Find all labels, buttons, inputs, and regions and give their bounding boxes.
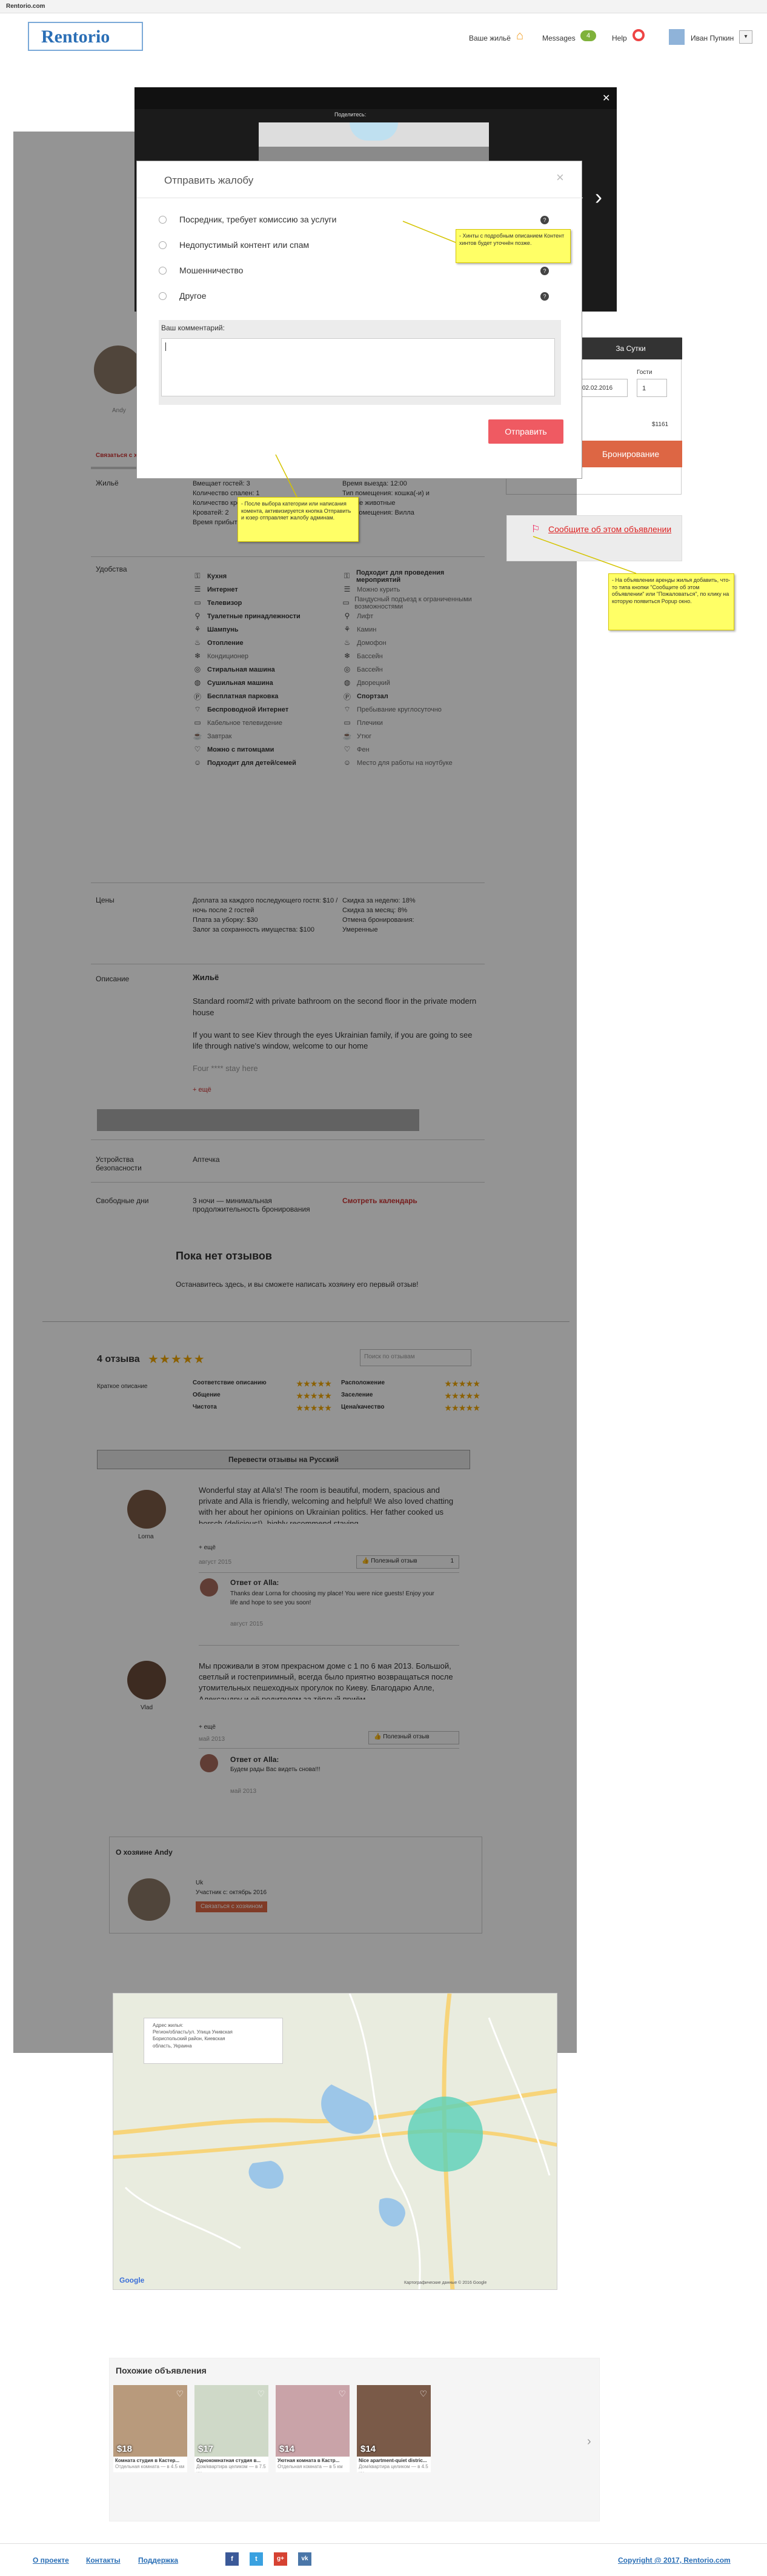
footer-copyright: Copyright @ 2017, Rentorio.com <box>618 2556 731 2564</box>
footer-contacts[interactable]: Контакты <box>86 2556 121 2564</box>
similar-card[interactable]: ♡ $14 Nice apartment-quiet distric... Дом/к… <box>357 2385 431 2472</box>
listing-subtitle: Дом/квартира целиком — в 4.5 км <box>359 2464 428 2472</box>
book-button[interactable]: Бронирование <box>579 441 682 467</box>
listing-title: Комната студия в Кастер... <box>115 2458 180 2463</box>
map-card-line2: Регион/область/ул. Улица Унивская <box>153 2029 233 2035</box>
listing-title: Уютная комната в Кастр... <box>277 2458 340 2463</box>
heart-icon[interactable]: ♡ <box>176 2389 184 2399</box>
similar-title: Похожие объявления <box>116 2366 207 2375</box>
complaint-option[interactable]: Другое? <box>159 290 553 315</box>
listing-subtitle: Отдельная комната — в 4.5 км <box>115 2464 185 2470</box>
close-icon[interactable]: ✕ <box>602 92 610 104</box>
comment-label: Ваш комментарий: <box>161 324 225 332</box>
browser-bar: Rentorio.com <box>0 0 767 13</box>
lifebuoy-icon <box>633 29 645 41</box>
complaint-option-label: Недопустимый контент или спам <box>179 240 310 250</box>
listing-price: $17 <box>198 2444 214 2454</box>
map-card-line1: Адрес жилья: <box>153 2023 184 2028</box>
note-hints: - Хинты с подробным описанием Контент хи… <box>456 229 571 263</box>
listing-price: $14 <box>360 2444 376 2454</box>
complaint-modal: Отправить жалобу × Посредник, требует ко… <box>136 161 583 479</box>
chevron-down-icon[interactable]: ▾ <box>739 30 752 44</box>
logo-text: Rentorio <box>41 27 110 47</box>
avatar[interactable] <box>669 29 685 45</box>
heart-icon[interactable]: ♡ <box>338 2389 346 2399</box>
site-header: Rentorio Ваше жильё ⌂ Messages 4 Help Ив… <box>0 13 767 68</box>
radio-button[interactable] <box>159 292 167 300</box>
comment-panel: Ваш комментарий: <box>159 320 561 405</box>
heart-icon[interactable]: ♡ <box>419 2389 427 2399</box>
home-icon: ⌂ <box>516 29 524 42</box>
similar-section: Похожие объявления ♡ $18 Комната студия в … <box>109 2358 600 2521</box>
listing-price: $18 <box>117 2444 133 2454</box>
listing-caption: Комната студия в Кастер... Отдельная комн… <box>113 2457 187 2472</box>
browser-url: Rentorio.com <box>6 3 45 10</box>
radio-button[interactable] <box>159 267 167 275</box>
listing-price: $14 <box>279 2444 295 2454</box>
gallery-toolbar: Поделитесь: ✕ <box>134 87 617 118</box>
footer-about[interactable]: О проекте <box>33 2556 69 2564</box>
tab-per-day[interactable]: За Сутки <box>579 338 682 359</box>
guests-select[interactable]: 1 <box>637 379 667 397</box>
guests-label: Гости <box>637 369 652 376</box>
similar-card[interactable]: ♡ $18 Комната студия в Кастер... Отдельная … <box>113 2385 187 2472</box>
messages-badge: 4 <box>580 30 596 41</box>
nav-listings[interactable]: Ваше жильё <box>469 34 511 42</box>
next-arrow-icon[interactable]: › <box>587 2435 591 2449</box>
complaint-option-label: Посредник, требует комиссию за услуги <box>179 215 337 224</box>
map-attribution: Картографические данные © 2016 Google <box>404 2281 487 2285</box>
map-card-line3: Бориспольский район, Киевская <box>153 2036 225 2042</box>
nav-messages[interactable]: Messages <box>542 34 576 42</box>
listing-subtitle: Отдельная комната — в 5 км <box>277 2464 343 2470</box>
listing-subtitle: Дом/квартира целиком — в 7.5 км <box>196 2464 266 2472</box>
complaint-option-label: Другое <box>179 291 207 301</box>
arrow-right-icon[interactable]: › <box>595 184 602 210</box>
google-logo: Google <box>119 2276 145 2284</box>
report-listing-link[interactable]: Сообщите об этом объявлении <box>548 524 671 534</box>
complaint-option-label: Мошенничество <box>179 265 244 275</box>
similar-card[interactable]: ♡ $17 Однокомнатная студия в... Дом/квартир… <box>194 2385 268 2472</box>
facebook-icon[interactable]: f <box>225 2552 239 2566</box>
listing-caption: Однокомнатная студия в... Дом/квартира це… <box>194 2457 268 2472</box>
help-icon[interactable]: ? <box>540 216 549 224</box>
similar-card[interactable]: ♡ $14 Уютная комната в Кастр... Отдельная к… <box>276 2385 350 2472</box>
listing-caption: Nice apartment-quiet distric... Дом/кварт… <box>357 2457 431 2472</box>
note-report: - На объявлении аренды жилья добавить, ч… <box>608 573 734 630</box>
similar-row: ♡ $18 Комната студия в Кастер... Отдельная … <box>113 2385 431 2472</box>
submit-button[interactable]: Отправить <box>488 419 563 444</box>
listing-title: Однокомнатная студия в... <box>196 2458 261 2463</box>
nav-help[interactable]: Help <box>612 34 627 42</box>
heart-icon[interactable]: ♡ <box>257 2389 265 2399</box>
radio-button[interactable] <box>159 216 167 224</box>
share-label: Поделитесь: <box>334 112 367 118</box>
listing-caption: Уютная комната в Кастр... Отдельная комна… <box>276 2457 350 2472</box>
twitter-icon[interactable]: t <box>250 2552 263 2566</box>
vk-icon[interactable]: vk <box>298 2552 311 2566</box>
site-footer: О проекте Контакты Поддержка f t g+ vk C… <box>0 2543 767 2576</box>
complaint-title: Отправить жалобу <box>164 175 254 186</box>
google-plus-icon[interactable]: g+ <box>274 2552 287 2566</box>
footer-support[interactable]: Поддержка <box>138 2556 178 2564</box>
report-box: ⚐ Сообщите об этом объявлении <box>506 515 682 561</box>
comment-textarea[interactable] <box>161 338 555 396</box>
radio-button[interactable] <box>159 241 167 249</box>
listing-title: Nice apartment-quiet distric... <box>359 2458 427 2463</box>
map-card-line4: область, Украина <box>153 2043 192 2049</box>
help-icon[interactable]: ? <box>540 267 549 275</box>
note-after-select: - После выбора категории или написания к… <box>237 497 359 542</box>
map-info-card: Адрес жилья: Регион/область/ул. Улица Ун… <box>144 2018 283 2064</box>
date-field[interactable]: 02.02.2016 <box>579 379 628 397</box>
help-icon[interactable]: ? <box>540 292 549 301</box>
logo[interactable]: Rentorio <box>28 22 143 51</box>
user-name[interactable]: Иван Пупкин <box>691 34 734 42</box>
map[interactable]: Адрес жилья: Регион/область/ул. Улица Ун… <box>113 1993 557 2290</box>
flag-icon: ⚐ <box>531 524 540 535</box>
complaint-option[interactable]: Мошенничество? <box>159 264 553 290</box>
total-price: $1161 <box>652 421 669 428</box>
close-icon[interactable]: × <box>556 170 564 185</box>
